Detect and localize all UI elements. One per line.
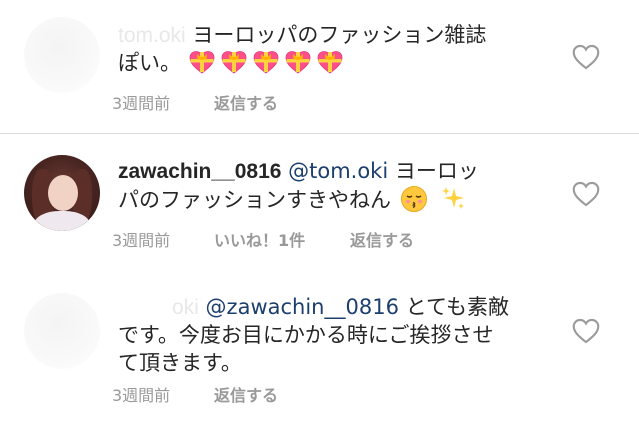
- heart-with-ribbon-emoji: [189, 51, 215, 74]
- avatar[interactable]: [24, 17, 100, 93]
- mention-link[interactable]: @tom.oki: [288, 159, 388, 183]
- comment-meta: 3週間前 返信する: [112, 90, 412, 113]
- reply-button[interactable]: 返信する: [214, 90, 278, 114]
- comment-text-line: て頂きます。: [118, 351, 242, 375]
- heart-with-ribbon-emoji: [221, 51, 247, 74]
- heart-icon[interactable]: [572, 318, 600, 344]
- avatar[interactable]: [24, 293, 100, 369]
- comment-text-line: パのファッションすきやねん: [118, 188, 391, 212]
- sparkles-emoji: [442, 187, 465, 209]
- comment-line-3: て頂きます。: [118, 349, 242, 377]
- heart-with-ribbon-emoji: [317, 51, 343, 74]
- likes-count-link[interactable]: いいね！1件: [214, 227, 305, 251]
- reply-button[interactable]: 返信する: [214, 382, 278, 406]
- comment-meta: 3週間前 返信する: [112, 382, 412, 405]
- heart-icon[interactable]: [572, 181, 600, 207]
- emoji-row: [188, 51, 348, 75]
- comments-screen: tom.oki ヨーロッパのファッション雑誌 ぽい。 3週間前 返信する zaw…: [0, 0, 639, 429]
- avatar[interactable]: [24, 155, 100, 231]
- comment-meta: 3週間前 いいね！1件 返信する: [112, 227, 432, 250]
- comment-line-1: oki @zawachin__0816 とても素敵: [118, 293, 509, 322]
- heart-with-ribbon-emoji: [253, 51, 279, 74]
- comment-text-line: です。今度お目にかかる時にご挨拶させ: [118, 323, 494, 347]
- comment-text-line: ヨーロッ: [394, 159, 479, 183]
- comment-text-line: ヨーロッパのファッション雑誌: [192, 23, 487, 47]
- comment-line-1: tom.oki ヨーロッパのファッション雑誌: [118, 21, 486, 50]
- comment-line-2: ぽい。: [118, 49, 348, 77]
- comment-timestamp: 3週間前: [112, 386, 171, 405]
- comment-text-line: とても素敵: [405, 295, 509, 319]
- comment-username[interactable]: tom.oki: [118, 24, 186, 47]
- heart-icon[interactable]: [572, 44, 600, 70]
- comment-timestamp: 3週間前: [112, 231, 171, 250]
- mention-link[interactable]: @zawachin__0816: [206, 295, 399, 319]
- divider: [0, 133, 639, 134]
- comment-text-line: ぽい。: [118, 51, 181, 75]
- kissing-face-emoji: [400, 186, 427, 212]
- comment-username[interactable]: zawachin__0816: [118, 160, 281, 183]
- reply-button[interactable]: 返信する: [350, 227, 414, 251]
- comment-line-2: パのファッションすきやねん: [118, 185, 466, 214]
- comment-timestamp: 3週間前: [112, 94, 171, 113]
- heart-with-ribbon-emoji: [285, 51, 311, 74]
- comment-username[interactable]: oki: [172, 296, 199, 319]
- comment-line-2: です。今度お目にかかる時にご挨拶させ: [118, 321, 493, 349]
- comment-line-1: zawachin__0816 @tom.oki ヨーロッ: [118, 157, 479, 186]
